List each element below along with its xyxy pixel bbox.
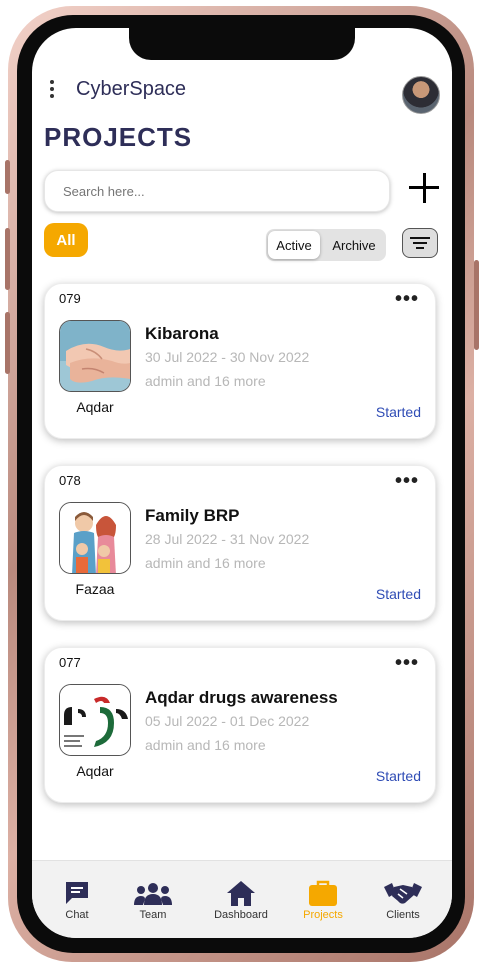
elderly-hands-photo-icon	[60, 321, 130, 391]
briefcase-icon	[288, 877, 358, 907]
project-id: 079	[59, 291, 81, 306]
project-status: Started	[375, 768, 421, 784]
project-card[interactable]: 079 ••• Aqdar Kibarona 30 Jul 2022 - 30 …	[44, 283, 436, 439]
nav-label: Dashboard	[214, 909, 268, 921]
volume-down-button	[5, 312, 10, 374]
project-organization: Aqdar	[76, 399, 114, 415]
project-dates: 30 Jul 2022 - 30 Nov 2022	[145, 349, 310, 365]
project-organization: Fazaa	[75, 581, 115, 597]
project-title: Family BRP	[145, 506, 240, 525]
project-members: admin and 16 more	[145, 737, 266, 753]
app-title: CyberSpace	[76, 78, 187, 100]
team-icon	[118, 877, 188, 907]
avatar[interactable]	[402, 76, 440, 114]
nav-projects[interactable]: Projects	[288, 877, 358, 921]
nav-label: Clients	[386, 909, 420, 921]
page-title: PROJECTS	[44, 122, 193, 152]
nav-label: Chat	[65, 909, 89, 921]
handshake-icon	[368, 877, 438, 907]
nav-chat[interactable]: Chat	[42, 877, 112, 921]
project-members: admin and 16 more	[145, 555, 266, 571]
project-thumbnail	[59, 684, 131, 756]
project-title: Aqdar drugs awareness	[145, 688, 338, 707]
project-card[interactable]: 077 ••• Aqdar Aqdar drugs awareness 05 J…	[44, 647, 436, 803]
home-icon	[206, 877, 276, 907]
more-options-icon[interactable]: •••	[395, 652, 419, 675]
family-illustration-icon	[60, 503, 130, 573]
project-title: Kibarona	[145, 324, 219, 343]
project-thumbnail	[59, 320, 131, 392]
project-status: Started	[375, 586, 421, 602]
nav-dashboard[interactable]: Dashboard	[206, 877, 276, 921]
project-members: admin and 16 more	[145, 373, 266, 389]
nav-clients[interactable]: Clients	[368, 877, 438, 921]
project-id: 078	[59, 473, 81, 488]
nav-label: Team	[139, 909, 167, 921]
search-input[interactable]	[44, 170, 390, 212]
bottom-nav: Chat Team Dashboard Projects Clients	[32, 860, 452, 938]
filter-all-button[interactable]: All	[44, 223, 88, 257]
app-screen: CyberSpace PROJECTS All Active Archive 0…	[32, 28, 452, 938]
power-button	[474, 260, 479, 350]
nav-team[interactable]: Team	[118, 877, 188, 921]
project-status: Started	[375, 404, 421, 420]
notch	[129, 28, 355, 60]
add-project-button[interactable]	[406, 170, 442, 206]
project-card[interactable]: 078 ••• Fazaa Family BRP 28 Jul 2022 - 3…	[44, 465, 436, 621]
active-tab[interactable]: Active	[268, 231, 320, 259]
more-options-icon[interactable]: •••	[395, 288, 419, 311]
project-dates: 05 Jul 2022 - 01 Dec 2022	[145, 713, 310, 729]
chat-icon	[42, 877, 112, 907]
volume-up-button	[5, 228, 10, 290]
archive-tab[interactable]: Archive	[324, 231, 384, 259]
mute-switch	[5, 160, 10, 194]
aqdar-logo-icon	[60, 685, 130, 755]
project-dates: 28 Jul 2022 - 31 Nov 2022	[145, 531, 310, 547]
status-toggle: Active Archive	[266, 229, 386, 261]
more-options-icon[interactable]: •••	[395, 470, 419, 493]
nav-label: Projects	[303, 909, 343, 921]
project-id: 077	[59, 655, 81, 670]
kebab-menu-icon[interactable]	[48, 80, 56, 102]
project-thumbnail	[59, 502, 131, 574]
project-organization: Aqdar	[76, 763, 114, 779]
filter-icon[interactable]	[402, 228, 438, 258]
